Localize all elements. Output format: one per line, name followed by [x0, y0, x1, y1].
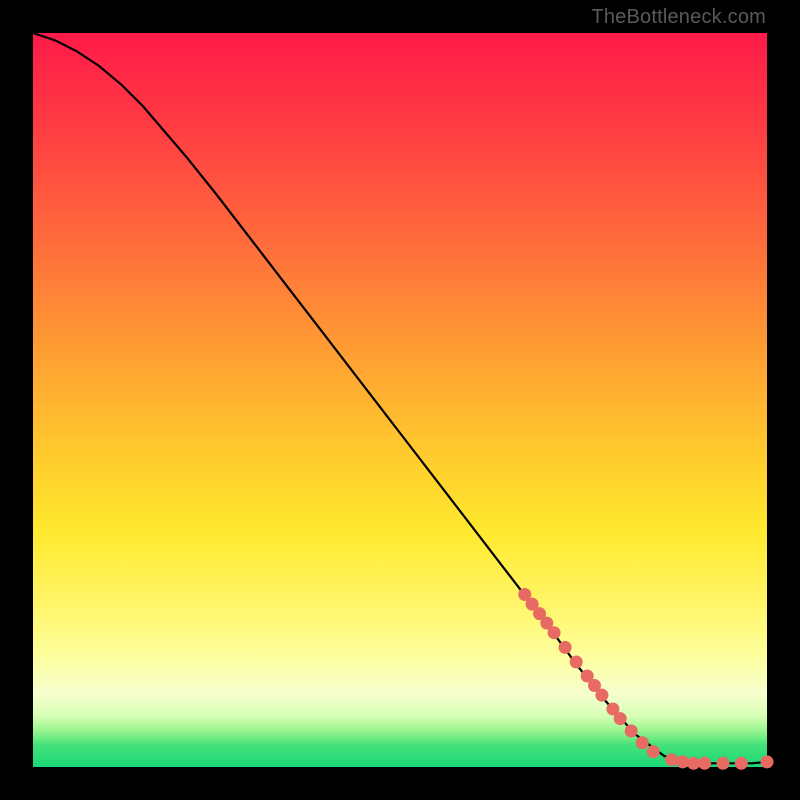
- data-marker: [647, 745, 660, 758]
- data-marker: [717, 757, 730, 770]
- data-marker: [698, 757, 711, 770]
- data-marker: [761, 755, 774, 768]
- data-marker: [570, 656, 583, 669]
- plot-area: [33, 33, 767, 767]
- data-marker: [614, 712, 627, 725]
- data-marker: [625, 725, 638, 738]
- curve-line: [33, 33, 767, 763]
- data-marker: [548, 626, 561, 639]
- data-marker: [665, 753, 678, 766]
- watermark-text: TheBottleneck.com: [591, 6, 766, 29]
- chart-svg: [33, 33, 767, 767]
- data-marker: [559, 641, 572, 654]
- chart-stage: TheBottleneck.com: [0, 0, 800, 800]
- data-marker: [595, 689, 608, 702]
- data-marker: [735, 757, 748, 770]
- data-marker: [636, 736, 649, 749]
- marker-layer: [518, 588, 773, 770]
- data-marker: [676, 755, 689, 768]
